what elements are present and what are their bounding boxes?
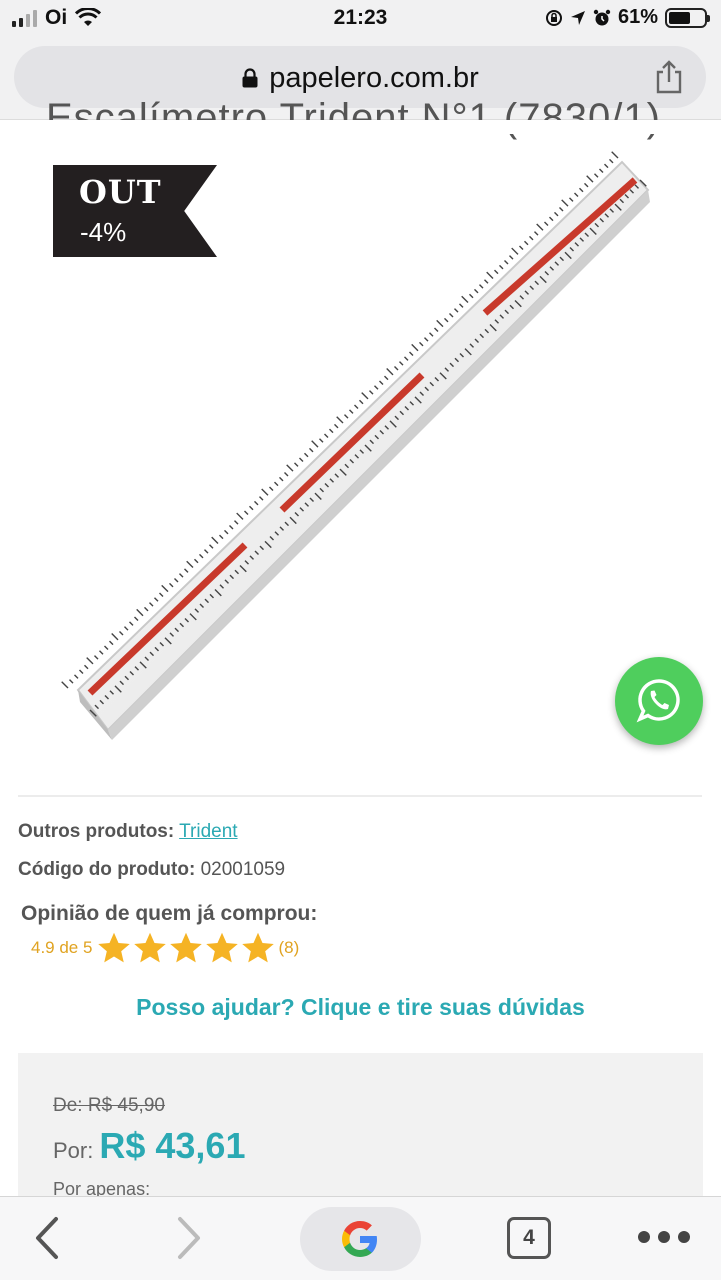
status-bar: Oi 21:23 61% [0,0,721,38]
product-code-row: Código do produto: 02001059 [18,859,285,881]
screen-lock-icon [545,9,562,26]
forward-arrow-icon[interactable] [172,1215,206,1261]
share-icon[interactable] [654,60,684,94]
review-count[interactable]: (8) [278,938,299,958]
badge-out-text: OUT [79,173,162,211]
price-box: De: R$ 45,90 Por: R$ 43,61 Por apenas: [18,1053,703,1213]
title-overlap [0,120,721,134]
url-text: papelero.com.br [269,62,479,94]
tabs-button[interactable]: 4 [507,1217,551,1259]
whatsapp-button[interactable] [615,657,703,745]
location-icon [570,10,585,25]
other-products-label: Outros produtos: [18,821,175,842]
star-icon [242,932,275,963]
google-g-icon [342,1221,377,1257]
whatsapp-icon [636,679,680,723]
star-icon [134,932,167,963]
other-products-row: Outros produtos: Trident [18,821,238,843]
current-price: R$ 43,61 [99,1125,246,1166]
battery-percent: 61% [617,6,658,28]
star-icon [170,932,203,963]
google-search-button[interactable] [300,1207,421,1271]
old-price: De: R$ 45,90 [53,1095,165,1116]
product-code-label: Código do produto: [18,859,196,880]
lock-icon [241,63,259,88]
product-title: Escalímetro Trident N°1 (7830/1) [46,96,661,140]
product-image[interactable]: OUT -4% [50,150,670,790]
help-link[interactable]: Posso ajudar? Clique e tire suas dúvidas [0,994,721,1021]
opinion-heading: Opinião de quem já comprou: [21,902,318,925]
divider [18,795,702,797]
por-label: Por: [53,1138,94,1163]
brand-link[interactable]: Trident [179,821,237,842]
back-arrow-icon[interactable] [30,1215,64,1261]
browser-toolbar: 4 [0,1196,721,1280]
star-icon [206,932,239,963]
alarm-icon [593,9,611,25]
product-code-value: 02001059 [200,859,286,880]
badge-discount-text: -4% [80,217,127,247]
star-rating [96,930,276,966]
star-icon [98,932,131,963]
battery-icon [665,7,710,28]
rating-row[interactable]: 4.9 de 5 (8) [31,930,299,966]
rating-text: 4.9 de 5 [31,938,93,957]
more-menu-icon[interactable] [638,1231,690,1243]
